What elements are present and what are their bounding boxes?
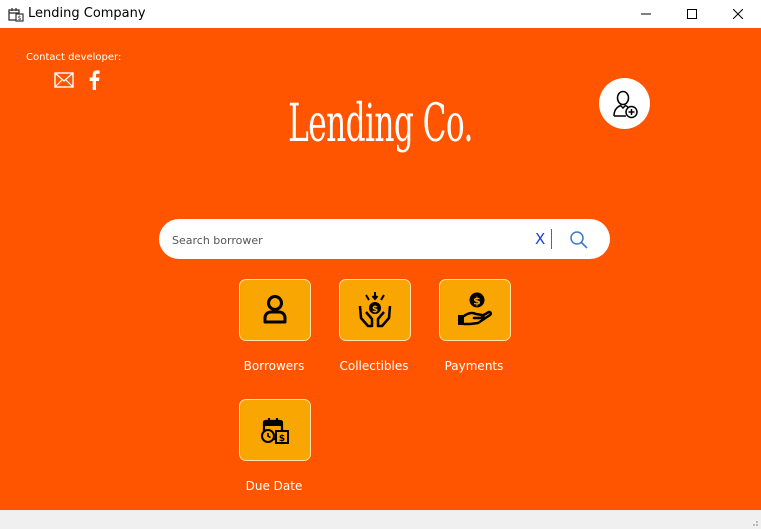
brand-title: Lending Co. [288, 94, 473, 154]
svg-text:$: $ [372, 305, 378, 315]
title-bar: $ Lending Company [0, 0, 761, 28]
search-icon[interactable] [569, 230, 589, 250]
hands-coin-icon: $ [358, 292, 392, 328]
search-input[interactable] [170, 229, 524, 251]
window-title: Lending Company [28, 6, 146, 21]
svg-text:$: $ [279, 434, 285, 444]
minimize-button[interactable] [623, 0, 669, 28]
search-bar: X [159, 219, 610, 259]
hand-coin-icon: $ [458, 292, 493, 326]
borrowers-button[interactable] [239, 279, 311, 341]
maximize-button[interactable] [669, 0, 715, 28]
add-user-icon [612, 90, 638, 118]
svg-text:$: $ [18, 15, 22, 22]
svg-text:$: $ [473, 295, 481, 308]
payments-button[interactable]: $ [439, 279, 511, 341]
maximize-icon [687, 9, 697, 19]
payments-label: Payments [444, 359, 504, 373]
collectibles-label: Collectibles [339, 359, 409, 373]
contact-developer-label: Contact developer: [26, 52, 122, 63]
clear-search-button[interactable]: X [535, 230, 545, 248]
person-icon [263, 295, 287, 324]
close-button[interactable] [715, 0, 761, 28]
collectibles-button[interactable]: $ [339, 279, 411, 341]
mail-icon[interactable] [54, 72, 74, 88]
search-divider [551, 229, 552, 249]
due-date-button[interactable]: $ [239, 399, 311, 461]
due-date-label: Due Date [245, 479, 303, 493]
minimize-icon [641, 13, 651, 15]
calendar-money-icon: $ [8, 8, 24, 22]
facebook-icon[interactable] [88, 70, 100, 90]
calendar-due-icon: $ [261, 418, 289, 444]
status-bar [0, 510, 761, 529]
main-panel: Contact developer: Lending Co. X [0, 28, 761, 510]
close-icon [733, 9, 743, 19]
resize-grip-icon[interactable] [749, 517, 759, 527]
borrowers-label: Borrowers [243, 359, 305, 373]
